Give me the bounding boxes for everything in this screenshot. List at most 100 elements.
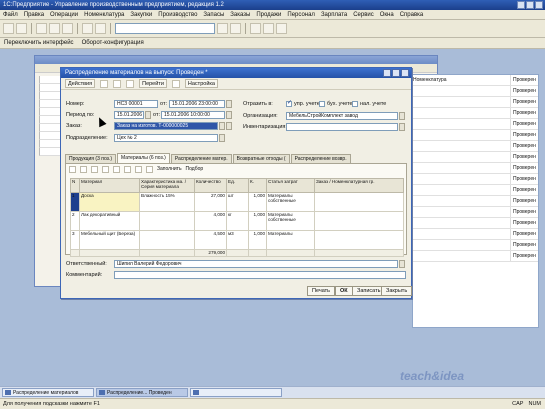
select-icon[interactable] [219,122,225,130]
list-item[interactable]: Проверен [413,163,538,174]
paste-icon[interactable] [62,23,73,34]
add-row-icon[interactable] [69,165,76,173]
goto-menu-button[interactable]: Перейти [139,79,167,88]
copy-icon[interactable] [100,79,109,88]
characteristic-cell[interactable] [139,211,195,231]
sort-asc-icon[interactable] [135,165,142,173]
period-from-field[interactable]: 15.01.2006 [114,111,144,119]
column-header-quantity[interactable]: Количество [194,178,227,193]
help-icon[interactable] [276,23,287,34]
menu-windows[interactable]: Окна [380,10,394,19]
tab-materials[interactable]: Материалы (6 поз.) [117,153,170,163]
menu-purchases[interactable]: Закупки [130,10,152,19]
calculator-icon[interactable] [250,23,261,34]
close-icon[interactable] [535,1,543,9]
list-item[interactable]: Проверен [413,141,538,152]
delete-row-icon[interactable] [102,165,109,173]
table-row[interactable]: 3 Мебельный щит (Береза) 4,500 м3 1,000 … [70,230,404,250]
column-header-characteristic[interactable]: Характеристика ма. / Серия материала [139,178,195,193]
copy-icon[interactable] [49,23,60,34]
characteristic-cell[interactable] [139,230,195,250]
tab-material-distribution[interactable]: Распределение матер. [170,154,232,163]
menu-salary[interactable]: Зарплата [321,10,347,19]
menu-personnel[interactable]: Персонал [287,10,315,19]
order-cell[interactable] [314,211,404,231]
mgmt-accounting-checkbox[interactable] [286,101,292,107]
column-header-material[interactable]: Материал [79,178,140,193]
settings-button[interactable]: Настройка [184,79,218,88]
menu-operations[interactable]: Операции [50,10,78,19]
list-item[interactable]: Проверен [413,86,538,97]
cost-item-cell[interactable]: Материалы собственные [266,192,315,212]
maximize-icon[interactable] [392,69,400,77]
minimize-icon[interactable] [383,69,391,77]
quantity-cell[interactable]: 4,500 [194,230,227,250]
menu-file[interactable]: Файл [3,10,18,19]
list-item[interactable]: Проверен [413,119,538,130]
list-item[interactable]: Проверен [413,130,538,141]
ok-button[interactable]: ОК [335,286,353,296]
organization-field[interactable]: МебельСтройКомплект завод [286,112,398,120]
material-cell[interactable]: Лак декоративный [79,211,140,231]
calendar-icon[interactable] [145,111,151,119]
order-cell[interactable] [314,192,404,212]
cost-item-cell[interactable]: Материалы собственные [266,211,315,231]
unit-cell[interactable]: шт [226,192,249,212]
close-button[interactable]: Закрыть [381,286,413,296]
unit-cell[interactable]: м3 [226,230,249,250]
move-up-icon[interactable] [113,165,120,173]
coef-cell[interactable]: 1,000 [248,211,267,231]
list-item[interactable]: Проверен [413,185,538,196]
division-field[interactable]: Цех № 2 [114,134,218,142]
coef-cell[interactable]: 1,000 [248,192,267,212]
responsible-field[interactable]: Шипил Валерий Федорович [114,260,398,268]
undo-icon[interactable] [82,23,93,34]
menu-orders[interactable]: Заказы [230,10,250,19]
close-icon[interactable] [401,69,409,77]
table-row[interactable]: 1 Доска Влажность 15% 27,000 шт 1,000 Ма… [70,192,404,212]
material-cell[interactable]: Доска [79,192,140,212]
calendar-icon[interactable] [226,100,232,108]
order-field[interactable]: Заказ на изготов. Т-000000025 [114,122,218,130]
post-icon[interactable] [113,79,122,88]
menu-nomenclature[interactable]: Номенклатура [84,10,124,19]
menu-help[interactable]: Справка [400,10,424,19]
list-item[interactable]: Проверен [413,218,538,229]
column-header-n[interactable]: N [70,178,80,193]
refresh-icon[interactable] [126,79,135,88]
list-item[interactable]: Проверен [413,97,538,108]
search-icon[interactable] [217,23,228,34]
edit-row-icon[interactable] [91,165,98,173]
select-icon[interactable] [399,260,405,268]
quantity-cell[interactable]: 27,000 [194,192,227,212]
tax-accounting-checkbox[interactable] [352,101,358,107]
copy-row-icon[interactable] [80,165,87,173]
list-item[interactable]: Проверен [413,251,538,262]
date-field[interactable]: 15.01.2006 23:00:00 [169,100,225,108]
task-materials-distribution[interactable]: Распределение материалов [2,388,94,397]
cut-icon[interactable] [36,23,47,34]
order-cell[interactable] [314,230,404,250]
unit-cell[interactable]: кг [226,211,249,231]
calendar-icon[interactable] [263,23,274,34]
maximize-icon[interactable] [526,1,534,9]
select-icon[interactable] [219,134,225,142]
calendar-icon[interactable] [226,111,232,119]
period-to-field[interactable]: 15.01.2006 10:00:00 [161,111,225,119]
menu-sales[interactable]: Продажи [256,10,281,19]
bookkeeping-checkbox[interactable] [319,101,325,107]
menu-service[interactable]: Сервис [353,10,374,19]
task-empty[interactable] [190,388,282,397]
dialog-titlebar[interactable]: Распределение материалов на выпуск: Пров… [61,68,411,78]
comment-field[interactable] [114,271,406,279]
list-item[interactable]: Номенклатура Проверен [413,75,538,86]
sort-desc-icon[interactable] [146,165,153,173]
inventory-field[interactable] [286,123,398,131]
menu-stock[interactable]: Запасы [203,10,224,19]
tab-returnable-waste[interactable]: Возвратные отходы ( [232,154,290,163]
select-button[interactable]: Подбор [186,166,204,172]
list-item[interactable]: Проверен [413,207,538,218]
new-icon[interactable] [3,23,14,34]
column-header-unit[interactable]: Ед. [226,178,249,193]
actions-menu-button[interactable]: Действия [65,79,96,88]
